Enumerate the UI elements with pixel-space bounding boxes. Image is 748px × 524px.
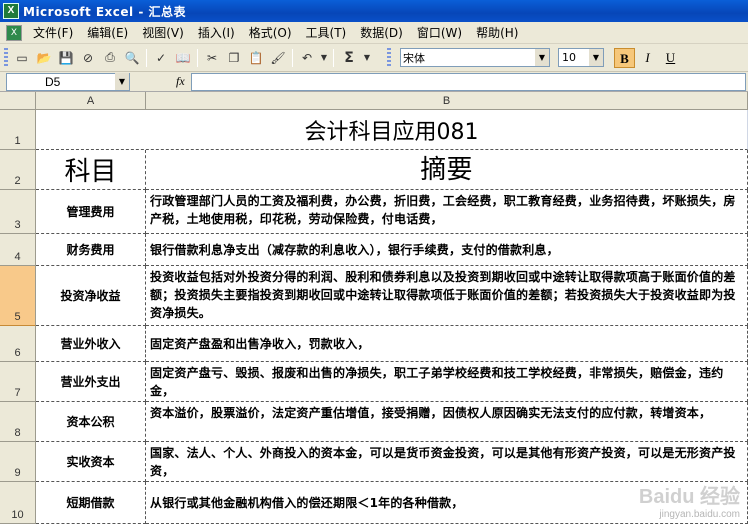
font-size-select[interactable]: 10 ▼ bbox=[558, 48, 604, 67]
separator bbox=[197, 48, 198, 67]
row-header-selected[interactable]: 5 bbox=[0, 266, 36, 326]
print-preview-icon[interactable]: 🔍 bbox=[122, 48, 142, 68]
copy-icon[interactable]: ❐ bbox=[224, 48, 244, 68]
open-icon[interactable]: 📂 bbox=[34, 48, 54, 68]
watermark-url: jingyan.baidu.com bbox=[659, 509, 740, 520]
paste-icon[interactable]: 📋 bbox=[246, 48, 266, 68]
new-icon[interactable]: ▭ bbox=[12, 48, 32, 68]
summary-cell[interactable]: 行政管理部门人员的工资及福利费，办公费，折旧费，工会经费，职工教育经费，业务招待… bbox=[146, 190, 748, 234]
menu-tools[interactable]: 工具(T) bbox=[299, 23, 354, 43]
font-size-value: 10 bbox=[562, 51, 576, 64]
table-row: 1 会计科目应用081 bbox=[0, 110, 748, 150]
research-icon[interactable]: 📖 bbox=[173, 48, 193, 68]
summary-cell[interactable]: 国家、法人、个人、外商投入的资本金，可以是货币资金投资，可以是其他有形资产投资，… bbox=[146, 442, 748, 482]
table-row: 10 短期借款 从银行或其他金融机构借入的偿还期限＜1年的各种借款， bbox=[0, 482, 748, 524]
subject-cell[interactable]: 实收资本 bbox=[36, 442, 146, 482]
print-icon[interactable]: ⎙ bbox=[100, 48, 120, 68]
formula-input[interactable] bbox=[190, 72, 746, 91]
row-header[interactable]: 7 bbox=[0, 362, 36, 402]
formula-bar: D5 ▼ fx bbox=[0, 72, 748, 92]
watermark-brand: Baidu 经验 bbox=[638, 486, 740, 508]
toolbar: ▭ 📂 💾 ⊘ ⎙ 🔍 ✓ 📖 ✂ ❐ 📋 🖌 ↶ ▼ Σ ▼ 宋体 ▼ 10 … bbox=[0, 44, 748, 72]
underline-button[interactable]: U bbox=[660, 48, 681, 68]
table-row: 5 投资净收益 投资收益包括对外投资分得的利润、股利和债券利息以及投资到期收回或… bbox=[0, 266, 748, 326]
font-name-select[interactable]: 宋体 ▼ bbox=[400, 48, 550, 67]
subject-cell[interactable]: 投资净收益 bbox=[36, 266, 146, 326]
row-header[interactable]: 2 bbox=[0, 150, 36, 190]
column-header-b[interactable]: B bbox=[146, 92, 748, 110]
menu-window[interactable]: 窗口(W) bbox=[410, 23, 469, 43]
insert-function-icon[interactable]: fx bbox=[176, 74, 185, 89]
header-cell-subject[interactable]: 科目 bbox=[36, 150, 146, 190]
summary-cell[interactable]: 固定资产盘盈和出售净收入，罚款收入， bbox=[146, 326, 748, 362]
separator bbox=[146, 48, 147, 67]
menu-view[interactable]: 视图(V) bbox=[135, 23, 191, 43]
subject-cell[interactable]: 营业外收入 bbox=[36, 326, 146, 362]
subject-cell[interactable]: 资本公积 bbox=[36, 402, 146, 442]
spelling-icon[interactable]: ✓ bbox=[151, 48, 171, 68]
chevron-down-icon[interactable]: ▼ bbox=[115, 73, 129, 90]
chevron-down-icon[interactable]: ▼ bbox=[589, 49, 603, 66]
table-row: 2 科目 摘要 bbox=[0, 150, 748, 190]
menu-format[interactable]: 格式(O) bbox=[242, 23, 299, 43]
select-all-corner[interactable] bbox=[0, 92, 36, 110]
summary-cell[interactable]: 投资收益包括对外投资分得的利润、股利和债券利息以及投资到期收回或中途转让取得款项… bbox=[146, 266, 748, 326]
table-row: 3 管理费用 行政管理部门人员的工资及福利费，办公费，折旧费，工会经费，职工教育… bbox=[0, 190, 748, 234]
column-header-a[interactable]: A bbox=[36, 92, 146, 110]
format-painter-icon[interactable]: 🖌 bbox=[268, 48, 288, 68]
undo-icon[interactable]: ↶ bbox=[297, 48, 317, 68]
separator bbox=[292, 48, 293, 67]
column-header-row: A B bbox=[0, 92, 748, 110]
sheet-title-cell[interactable]: 会计科目应用081 bbox=[36, 110, 748, 150]
menu-help[interactable]: 帮助(H) bbox=[469, 23, 525, 43]
save-icon[interactable]: 💾 bbox=[56, 48, 76, 68]
table-row: 8 资本公积 资本溢价，股票溢价，法定资产重估增值，接受捐赠，因债权人原因确实无… bbox=[0, 402, 748, 442]
table-row: 9 实收资本 国家、法人、个人、外商投入的资本金，可以是货币资金投资，可以是其他… bbox=[0, 442, 748, 482]
menu-bar: X 文件(F) 编辑(E) 视图(V) 插入(I) 格式(O) 工具(T) 数据… bbox=[0, 22, 748, 44]
chevron-down-icon[interactable]: ▼ bbox=[319, 48, 329, 68]
chevron-down-icon[interactable]: ▼ bbox=[362, 48, 372, 68]
permission-icon[interactable]: ⊘ bbox=[78, 48, 98, 68]
row-header[interactable]: 1 bbox=[0, 110, 36, 150]
menu-data[interactable]: 数据(D) bbox=[353, 23, 410, 43]
toolbar-grip[interactable] bbox=[4, 47, 8, 68]
spreadsheet-grid: A B 1 会计科目应用081 2 科目 摘要 3 管理费用 行政管理部门人员的… bbox=[0, 92, 748, 524]
header-cell-summary[interactable]: 摘要 bbox=[146, 150, 748, 190]
row-header[interactable]: 4 bbox=[0, 234, 36, 266]
row-header[interactable]: 8 bbox=[0, 402, 36, 442]
separator bbox=[333, 48, 334, 67]
subject-cell[interactable]: 管理费用 bbox=[36, 190, 146, 234]
menu-edit[interactable]: 编辑(E) bbox=[80, 23, 135, 43]
menu-insert[interactable]: 插入(I) bbox=[191, 23, 242, 43]
font-name-value: 宋体 bbox=[403, 51, 425, 65]
summary-cell[interactable]: 固定资产盘亏、毁损、报废和出售的净损失，职工子弟学校经费和技工学校经费，非常损失… bbox=[146, 362, 748, 402]
table-row: 4 财务费用 银行借款利息净支出（减存款的利息收入），银行手续费，支付的借款利息… bbox=[0, 234, 748, 266]
window-title: Microsoft Excel - 汇总表 bbox=[23, 4, 186, 19]
title-bar: X Microsoft Excel - 汇总表 bbox=[0, 0, 748, 22]
watermark: Baidu 经验 jingyan.baidu.com bbox=[639, 480, 740, 520]
subject-cell[interactable]: 财务费用 bbox=[36, 234, 146, 266]
summary-cell[interactable]: 资本溢价，股票溢价，法定资产重估增值，接受捐赠，因债权人原因确实无法支付的应付款… bbox=[146, 402, 748, 442]
cut-icon[interactable]: ✂ bbox=[202, 48, 222, 68]
menu-file[interactable]: 文件(F) bbox=[26, 23, 80, 43]
italic-button[interactable]: I bbox=[637, 48, 658, 68]
bold-button[interactable]: B bbox=[614, 47, 635, 68]
summary-cell[interactable]: 银行借款利息净支出（减存款的利息收入），银行手续费，支付的借款利息， bbox=[146, 234, 748, 266]
subject-cell[interactable]: 短期借款 bbox=[36, 482, 146, 524]
autosum-icon[interactable]: Σ bbox=[338, 48, 360, 68]
table-row: 7 营业外支出 固定资产盘亏、毁损、报废和出售的净损失，职工子弟学校经费和技工学… bbox=[0, 362, 748, 402]
table-row: 6 营业外收入 固定资产盘盈和出售净收入，罚款收入， bbox=[0, 326, 748, 362]
row-header[interactable]: 6 bbox=[0, 326, 36, 362]
name-box-value: D5 bbox=[45, 74, 61, 89]
excel-icon[interactable]: X bbox=[3, 3, 19, 19]
name-box[interactable]: D5 ▼ bbox=[6, 72, 130, 91]
subject-cell[interactable]: 营业外支出 bbox=[36, 362, 146, 402]
chevron-down-icon[interactable]: ▼ bbox=[535, 49, 549, 66]
row-header[interactable]: 3 bbox=[0, 190, 36, 234]
row-header[interactable]: 10 bbox=[0, 482, 36, 524]
workbook-icon[interactable]: X bbox=[6, 24, 22, 41]
toolbar-grip[interactable] bbox=[387, 47, 391, 68]
row-header[interactable]: 9 bbox=[0, 442, 36, 482]
